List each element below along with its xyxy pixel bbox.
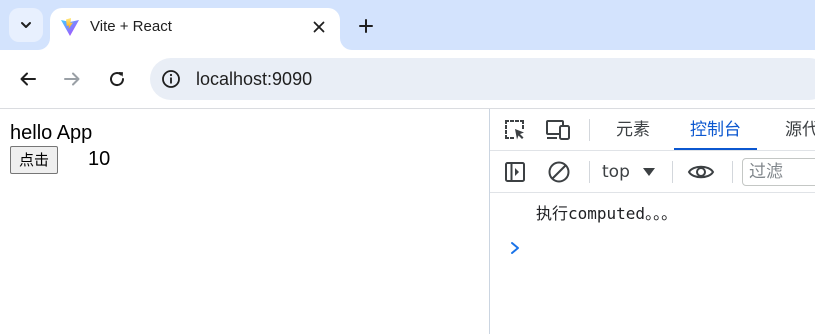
site-info-button[interactable] bbox=[160, 68, 182, 90]
context-label: top bbox=[602, 162, 630, 182]
page-viewport: hello App 点击 10 bbox=[0, 109, 489, 334]
browser-tab[interactable]: Vite + React bbox=[50, 8, 340, 50]
forward-button[interactable] bbox=[57, 64, 87, 94]
plus-icon bbox=[359, 19, 373, 33]
tab-elements[interactable]: 元素 bbox=[616, 109, 650, 150]
arrow-right-icon bbox=[64, 72, 80, 86]
browser-toolbar: localhost:9090 bbox=[0, 50, 815, 108]
devtools-separator bbox=[589, 119, 590, 141]
back-button[interactable] bbox=[13, 64, 43, 94]
new-tab-button[interactable] bbox=[352, 12, 380, 40]
info-icon bbox=[162, 70, 180, 88]
eye-icon bbox=[687, 165, 715, 179]
console-message: 执行computed。。。 bbox=[536, 204, 678, 223]
inspect-element-button[interactable] bbox=[500, 115, 530, 145]
vite-logo-icon bbox=[61, 18, 79, 36]
sidebar-toggle-button[interactable] bbox=[500, 157, 530, 187]
address-bar[interactable]: localhost:9090 bbox=[150, 58, 815, 100]
devtools-separator bbox=[732, 161, 733, 183]
tab-search-button[interactable] bbox=[9, 8, 43, 42]
clear-console-icon bbox=[548, 161, 570, 183]
device-toolbar-icon bbox=[546, 120, 570, 140]
tab-console[interactable]: 控制台 bbox=[674, 109, 757, 150]
context-selector[interactable]: top bbox=[602, 159, 662, 185]
arrow-left-icon bbox=[20, 72, 36, 86]
click-button[interactable]: 点击 bbox=[10, 146, 59, 174]
chevron-right-icon bbox=[511, 242, 519, 254]
sidebar-toggle-icon bbox=[505, 162, 525, 182]
console-output: 执行computed。。。 bbox=[490, 193, 815, 334]
page-heading: hello App bbox=[10, 122, 93, 144]
tab-strip: Vite + React bbox=[0, 0, 815, 50]
url-text[interactable]: localhost:9090 bbox=[196, 68, 312, 90]
reload-icon bbox=[110, 72, 125, 87]
devtools-separator bbox=[589, 161, 590, 183]
tab-close-button[interactable] bbox=[308, 16, 330, 38]
inspect-element-icon bbox=[505, 120, 524, 140]
device-toolbar-button[interactable] bbox=[543, 115, 573, 145]
caret-down-icon bbox=[642, 168, 655, 176]
browser-window: Vite + React localhost:9090 hello App 点击… bbox=[0, 0, 815, 334]
filter-input[interactable] bbox=[742, 158, 815, 186]
count-value: 10 bbox=[88, 148, 111, 170]
devtools-separator bbox=[672, 161, 673, 183]
tab-title: Vite + React bbox=[90, 18, 172, 35]
devtools-panel: 元素 控制台 源代 top 过滤 执行computed。。。 bbox=[489, 109, 815, 334]
console-toolbar: top bbox=[490, 151, 815, 193]
close-icon bbox=[313, 21, 325, 33]
console-prompt[interactable] bbox=[508, 237, 522, 259]
live-expression-button[interactable] bbox=[686, 157, 716, 187]
chevron-down-icon bbox=[21, 22, 31, 28]
tab-sources[interactable]: 源代 bbox=[785, 109, 815, 150]
clear-console-button[interactable] bbox=[544, 157, 574, 187]
devtools-tabbar: 元素 控制台 源代 bbox=[490, 109, 815, 151]
reload-button[interactable] bbox=[102, 64, 132, 94]
